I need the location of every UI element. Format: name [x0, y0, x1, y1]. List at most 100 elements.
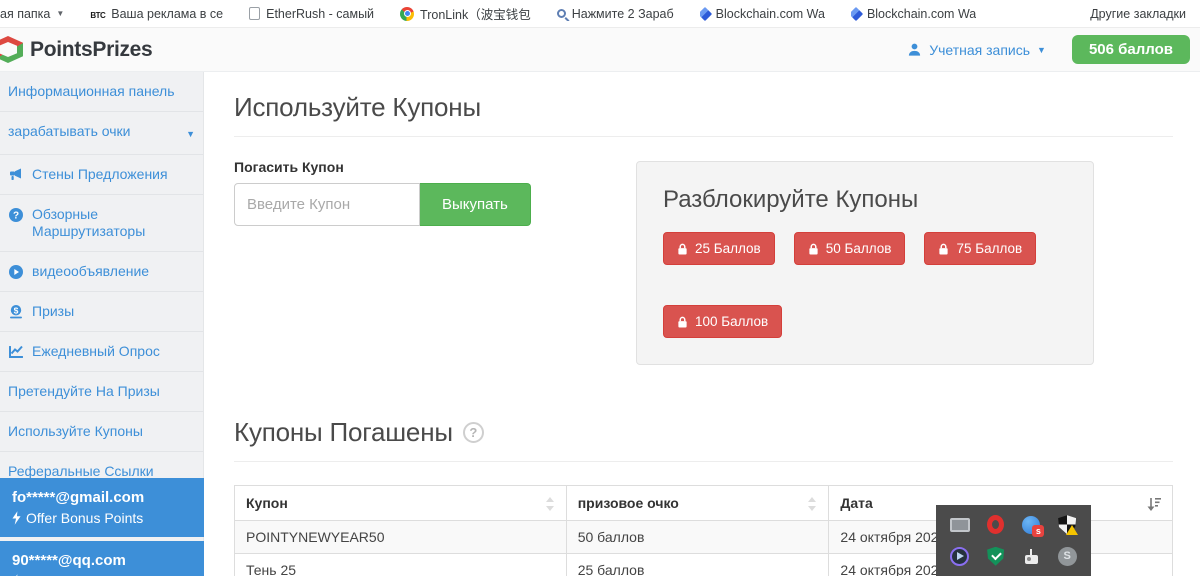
redeem-coupon-label: Погасить Купон: [234, 159, 636, 175]
question-circle-icon: ?: [8, 207, 24, 223]
sidebar-item-earn-points[interactable]: зарабатывать очки ▼: [0, 112, 203, 155]
opera-icon[interactable]: [978, 509, 1014, 541]
coin-icon: $: [8, 304, 24, 320]
messenger-icon[interactable]: [1014, 509, 1050, 541]
bookmark-click2earn[interactable]: Нажмите 2 Зараб: [557, 7, 674, 21]
person-icon: [907, 42, 922, 57]
column-header-points[interactable]: призовое очко: [566, 486, 829, 521]
cell-points: 25 баллов: [566, 554, 829, 576]
defender-warning-icon[interactable]: [1049, 509, 1085, 541]
bookmark-folder[interactable]: ая папка ▼: [0, 7, 64, 21]
display-icon[interactable]: [942, 509, 978, 541]
unlock-button-label: 50 Баллов: [826, 241, 892, 256]
toast-message: Offer Bonus Points: [26, 508, 143, 528]
bookmark-tronlink[interactable]: TronLink（波宝钱包: [400, 4, 531, 23]
bookmarks-bar: ая папка ▼ Ваша реклама в се EtherRush -…: [0, 0, 1200, 28]
sidebar-item-dashboard[interactable]: Информационная панель: [0, 72, 203, 112]
sidebar-item-label: Стены Предложения: [32, 166, 195, 183]
system-tray-popup: [936, 505, 1091, 576]
sidebar-item-label: Используйте Купоны: [8, 423, 195, 440]
coupon-input[interactable]: [234, 183, 420, 226]
bookmark-label: EtherRush - самый: [266, 7, 374, 21]
unlock-25-button[interactable]: 25 Баллов: [663, 232, 775, 265]
divider: [234, 136, 1173, 137]
sort-both-icon: [545, 497, 555, 511]
main-content: Используйте Купоны Погасить Купон Выкупа…: [204, 72, 1200, 576]
bonus-toast-gmail[interactable]: fo*****@gmail.com Offer Bonus Points: [0, 478, 204, 537]
sidebar-item-label: Призы: [32, 303, 195, 320]
bookmark-label: Blockchain.com Wa: [716, 7, 825, 21]
brand-logo[interactable]: PointsPrizes: [0, 36, 152, 63]
unlock-100-button[interactable]: 100 Баллов: [663, 305, 782, 338]
chevron-down-icon: ▼: [56, 9, 64, 18]
svg-text:?: ?: [13, 211, 19, 222]
sidebar-item-label: зарабатывать очки: [8, 123, 178, 140]
sidebar-item-label: Обзорные Маршрутизаторы: [32, 206, 195, 240]
column-label: Купон: [246, 495, 288, 511]
account-label: Учетная запись: [929, 42, 1030, 58]
lock-icon: [938, 243, 949, 255]
sidebar-item-use-coupons[interactable]: Используйте Купоны: [0, 412, 203, 452]
bookmark-label: TronLink（波宝钱包: [420, 4, 531, 23]
toast-email: fo*****@gmail.com: [12, 487, 192, 508]
column-header-coupon[interactable]: Купон: [235, 486, 567, 521]
sidebar-item-prizes[interactable]: $ Призы: [0, 292, 203, 332]
magnifier-icon: [557, 9, 566, 18]
chart-icon: [8, 344, 24, 360]
blockchain-diamond-icon: [700, 7, 712, 21]
unlock-button-label: 75 Баллов: [956, 241, 1022, 256]
chevron-down-icon: ▼: [186, 123, 195, 143]
bonus-toast-qq[interactable]: 90*****@qq.com Offer Bonus Points: [0, 541, 204, 576]
antivirus-shield-check-icon[interactable]: [978, 541, 1014, 573]
lock-icon: [808, 243, 819, 255]
unlock-button-label: 100 Баллов: [695, 314, 768, 329]
column-label: призовое очко: [578, 495, 679, 511]
megaphone-icon: [8, 167, 24, 183]
bookmark-btc-ad[interactable]: Ваша реклама в се: [90, 7, 223, 21]
sidebar-item-survey-routers[interactable]: ? Обзорные Маршрутизаторы: [0, 195, 203, 252]
redeem-button[interactable]: Выкупать: [420, 183, 531, 226]
lock-icon: [677, 316, 688, 328]
unlock-coupons-title: Разблокируйте Купоны: [663, 186, 1067, 214]
redeemed-coupons-title: Купоны Погашены: [234, 417, 453, 448]
unlock-coupons-card: Разблокируйте Купоны 25 Баллов 50 Баллов…: [636, 161, 1094, 365]
cell-points: 50 баллов: [566, 521, 829, 554]
sidebar-item-video-ads[interactable]: видеообъявление: [0, 252, 203, 292]
sidebar-item-label: видеообъявление: [32, 263, 195, 280]
sort-both-icon: [807, 497, 817, 511]
cell-coupon: POINTYNEWYEAR50: [235, 521, 567, 554]
account-dropdown[interactable]: Учетная запись ▼: [907, 42, 1046, 58]
bookmark-etherrush[interactable]: EtherRush - самый: [249, 7, 374, 21]
svg-text:$: $: [14, 305, 19, 315]
help-icon[interactable]: [463, 422, 484, 443]
radio-icon[interactable]: [1014, 541, 1050, 573]
sidebar-item-claim-prizes[interactable]: Претендуйте На Призы: [0, 372, 203, 412]
chrome-icon: [400, 7, 414, 21]
page-title: Используйте Купоны: [234, 92, 1173, 123]
bookmark-label: Ваша реклама в се: [111, 7, 223, 21]
bookmark-blockchain-1[interactable]: Blockchain.com Wa: [700, 7, 825, 21]
bookmark-blockchain-2[interactable]: Blockchain.com Wa: [851, 7, 976, 21]
chevron-down-icon: ▼: [1037, 45, 1046, 55]
media-player-icon[interactable]: [942, 541, 978, 573]
brand-name: PointsPrizes: [30, 38, 152, 62]
lightning-icon: [12, 511, 21, 525]
unlock-75-button[interactable]: 75 Баллов: [924, 232, 1036, 265]
site-header: PointsPrizes Учетная запись ▼ 506 баллов: [0, 28, 1200, 72]
bookmark-label: Нажмите 2 Зараб: [572, 7, 674, 21]
unlock-50-button[interactable]: 50 Баллов: [794, 232, 906, 265]
sidebar-item-offer-walls[interactable]: Стены Предложения: [0, 155, 203, 195]
column-label: Дата: [840, 495, 872, 511]
toast-message: Offer Bonus Points: [26, 571, 143, 576]
bookmark-label: ая папка: [0, 7, 50, 21]
sort-desc-icon: [1147, 497, 1161, 511]
sidebar-item-daily-poll[interactable]: Ежедневный Опрос: [0, 332, 203, 372]
skype-offline-icon[interactable]: [1049, 541, 1085, 573]
sidebar-item-label: Претендуйте На Призы: [8, 383, 195, 400]
blockchain-diamond-icon: [851, 7, 863, 21]
points-balance-badge[interactable]: 506 баллов: [1072, 35, 1190, 64]
lock-icon: [677, 243, 688, 255]
toast-email: 90*****@qq.com: [12, 550, 192, 571]
other-bookmarks-button[interactable]: Другие закладки: [1090, 7, 1186, 21]
play-circle-icon: [8, 264, 24, 280]
